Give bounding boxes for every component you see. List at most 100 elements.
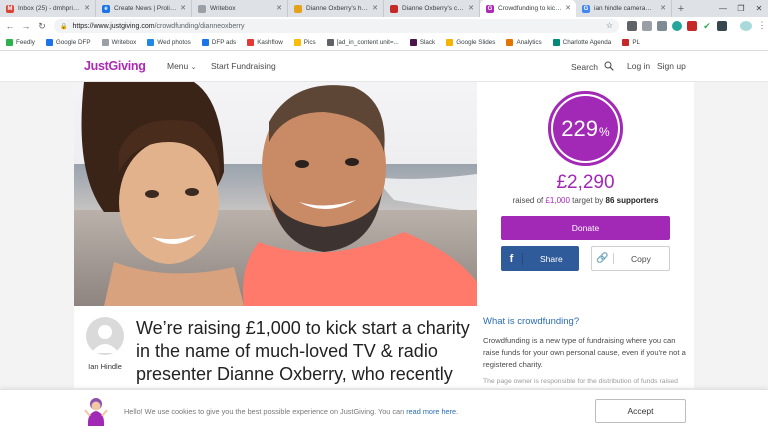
tab-title: Create News | Prolific N... (114, 5, 177, 12)
browser-tab[interactable]: Writebox ✕ (192, 0, 288, 17)
accept-cookies-button[interactable]: Accept (595, 399, 686, 423)
start-fundraising-link[interactable]: Start Fundraising (211, 61, 276, 71)
crowdfunding-disclaimer: The page owner is responsible for the di… (483, 378, 678, 385)
close-window-icon[interactable]: ✕ (750, 0, 768, 17)
restore-icon[interactable]: ❐ (732, 0, 750, 17)
minimize-icon[interactable]: — (714, 0, 732, 17)
bookmark-favicon-icon (622, 39, 630, 46)
avatar[interactable] (86, 317, 124, 355)
share-button[interactable]: f Share (501, 246, 579, 271)
extension-icon[interactable] (627, 21, 637, 31)
bookmarks-bar: Feedly Google DFP Writebox Wed photos DFP ad… (0, 35, 768, 51)
login-link[interactable]: Log in (627, 61, 650, 71)
link-icon: 🔗 (592, 253, 614, 264)
bookmark-item[interactable]: Analytics (506, 39, 542, 46)
justgiving-logo[interactable]: JustGiving (84, 59, 146, 73)
bookmark-item[interactable]: [ad_in_content unit=... (326, 39, 399, 46)
bookmark-item[interactable]: Charlotte Agenda (552, 39, 612, 46)
menu-button[interactable]: Menu ⌄ (167, 61, 197, 71)
tab-close-icon[interactable]: ✕ (372, 4, 378, 12)
browser-tab-strip: MInbox (25) - dmhprior@...✕eCreate News … (0, 0, 768, 17)
browser-tab[interactable]: Dianne Oxberry's cause...✕ (384, 0, 480, 17)
donation-panel: 229% £2,290 raised of £1,000 target by 8… (477, 82, 694, 306)
extension-icon[interactable] (717, 21, 727, 31)
reload-icon[interactable]: ↻ (34, 21, 50, 32)
back-icon[interactable]: ← (2, 21, 18, 31)
bookmark-item[interactable]: Kashflow (247, 39, 283, 46)
bookmark-favicon-icon (247, 39, 255, 46)
tab-title: ian hindle cameraman -... (594, 5, 657, 12)
bookmark-item[interactable]: Pics (293, 39, 316, 46)
tab-close-icon[interactable]: ✕ (180, 4, 186, 12)
extension-icon[interactable] (687, 21, 697, 31)
signup-link[interactable]: Sign up (657, 61, 686, 71)
bookmark-favicon-icon (446, 39, 454, 46)
cookie-message: Hello! We use cookies to give you the be… (124, 407, 458, 416)
tab-title: Dianne Oxberry's husba... (306, 5, 369, 12)
tab-close-icon[interactable]: ✕ (84, 4, 90, 12)
search-button[interactable]: Search (571, 61, 615, 72)
tab-close-icon[interactable]: ✕ (276, 4, 282, 12)
crowdfunding-info: What is crowdfunding? Crowdfunding is a … (477, 306, 694, 388)
copy-link-button[interactable]: 🔗 Copy (591, 246, 670, 271)
page-title: We’re raising £1,000 to kick start a cha… (136, 318, 470, 384)
address-bar[interactable]: 🔒 https://www.justgiving.com/crowdfundin… (54, 19, 619, 33)
user-placeholder-icon (91, 325, 119, 353)
browser-tab[interactable]: G Crowdfunding to kick st...✕ (480, 0, 576, 17)
tab-favicon-icon: G (486, 4, 494, 13)
bookmark-item[interactable]: Feedly (6, 39, 35, 46)
crowdfunding-body: Crowdfunding is a new type of fundraisin… (483, 336, 686, 369)
url-path: /crowdfunding/dianneoxberry (154, 22, 245, 30)
tab-close-icon[interactable]: ✕ (565, 4, 571, 12)
bookmark-item[interactable]: PL (622, 39, 640, 46)
bookmark-favicon-icon (409, 39, 417, 46)
bookmark-favicon-icon (201, 39, 209, 46)
extension-icon[interactable] (657, 21, 667, 31)
cookie-banner: Hello! We use cookies to give you the be… (0, 389, 768, 432)
extension-icon[interactable] (672, 21, 682, 31)
browser-tab[interactable]: Dianne Oxberry's husba...✕ (288, 0, 384, 17)
bookmark-item[interactable]: Google DFP (45, 39, 91, 46)
bookmark-star-icon[interactable]: ☆ (606, 21, 613, 30)
bookmark-item[interactable]: Google Slides (446, 39, 495, 46)
crowdfunding-title[interactable]: What is crowdfunding? (483, 316, 694, 327)
owner-name[interactable]: Ian Hindle (76, 362, 134, 371)
supporters-count: 86 supporters (605, 196, 659, 205)
share-label: Share (540, 253, 563, 264)
donate-button[interactable]: Donate (501, 216, 670, 240)
bookmark-label: Kashflow (257, 39, 283, 46)
target-mid: target by (569, 196, 606, 205)
percent-value: 229 (561, 115, 599, 141)
target-amount: £1,000 (545, 196, 570, 205)
couple-beach-photo (74, 82, 477, 306)
new-tab-button[interactable]: + (672, 0, 690, 17)
bookmark-favicon-icon (506, 39, 514, 46)
bookmark-label: Google DFP (55, 39, 91, 46)
amount-raised: £2,290 (556, 172, 615, 193)
mascot-icon (84, 398, 108, 426)
tab-close-icon[interactable]: ✕ (660, 4, 666, 12)
browser-tab[interactable]: Gian hindle cameraman -...✕ (576, 0, 672, 17)
bookmark-favicon-icon (147, 39, 155, 46)
percent-sign: % (599, 124, 610, 139)
bookmark-item[interactable]: Wed photos (147, 39, 191, 46)
window-controls: — ❐ ✕ (714, 0, 768, 17)
tab-close-icon[interactable]: ✕ (468, 4, 474, 12)
bookmark-label: DFP ads (211, 39, 237, 46)
bookmark-item[interactable]: DFP ads (201, 39, 237, 46)
menu-label: Menu (167, 61, 189, 71)
browser-tab[interactable]: e Create News | Prolific N...✕ (96, 0, 192, 17)
search-label: Search (571, 62, 598, 72)
bookmark-label: Charlotte Agenda (562, 39, 612, 46)
bookmark-item[interactable]: Writebox (101, 39, 136, 46)
cookie-read-more-link[interactable]: read more here. (406, 407, 458, 416)
check-extension-icon[interactable]: ✔ (702, 21, 712, 31)
tab-favicon-icon: M (6, 4, 14, 13)
bookmark-item[interactable]: Slack (409, 39, 435, 46)
facebook-icon: f (501, 252, 523, 265)
extension-icon[interactable] (642, 21, 652, 31)
browser-tab[interactable]: M Inbox (25) - dmhprior@...✕ (0, 0, 96, 17)
forward-icon[interactable]: → (18, 21, 34, 31)
profile-avatar[interactable] (740, 21, 752, 31)
more-menu-icon[interactable]: ⋮ (754, 20, 768, 31)
